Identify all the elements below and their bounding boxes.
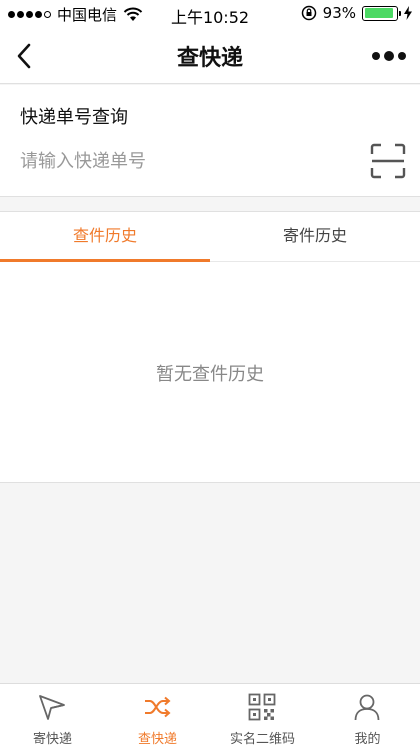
battery-level: [364, 8, 394, 18]
status-right: 93%: [301, 4, 412, 22]
nav-bar: 查快递: [0, 28, 420, 84]
tab-query-history[interactable]: 查件历史: [0, 212, 210, 262]
page-title: 查快递: [176, 46, 243, 71]
paper-plane-icon: [39, 695, 65, 720]
tabbar-label-profile: 我的: [354, 732, 381, 746]
tabbar-label-track: 查快递: [137, 732, 177, 746]
battery-icon: [362, 5, 401, 21]
history-tabs: 查件历史 寄件历史: [0, 212, 420, 262]
active-tab-indicator: [0, 259, 210, 262]
tracking-number-input[interactable]: [20, 145, 350, 177]
more-options-icon[interactable]: [372, 46, 406, 66]
tracking-query-card: 快递单号查询: [0, 85, 420, 197]
tabbar-item-profile[interactable]: 我的: [315, 684, 420, 746]
history-panel: 查件历史 寄件历史 暂无查件历史: [0, 211, 420, 483]
qr-code-icon: [248, 693, 276, 721]
tabbar-item-send[interactable]: 寄快递: [0, 684, 105, 746]
orientation-lock-icon: [301, 5, 316, 21]
tabbar-label-send: 寄快递: [32, 732, 72, 746]
query-section-title: 快递单号查询: [20, 107, 128, 128]
charging-icon: [404, 6, 412, 20]
tabbar-label-qrcode: 实名二维码: [229, 732, 295, 746]
tab-send-history[interactable]: 寄件历史: [210, 212, 420, 262]
scan-icon[interactable]: [370, 143, 406, 179]
empty-state-message: 暂无查件历史: [156, 364, 264, 385]
tabbar-item-qrcode[interactable]: 实名二维码: [210, 684, 315, 746]
status-bar: 中国电信 上午10:52 93%: [0, 0, 420, 28]
bottom-tab-bar: 寄快递 查快递 实名二维码 我的: [0, 683, 420, 746]
person-icon: [354, 694, 380, 721]
shuffle-icon: [145, 696, 171, 718]
tabbar-item-track[interactable]: 查快递: [105, 684, 210, 746]
battery-percent: 93%: [322, 4, 356, 22]
